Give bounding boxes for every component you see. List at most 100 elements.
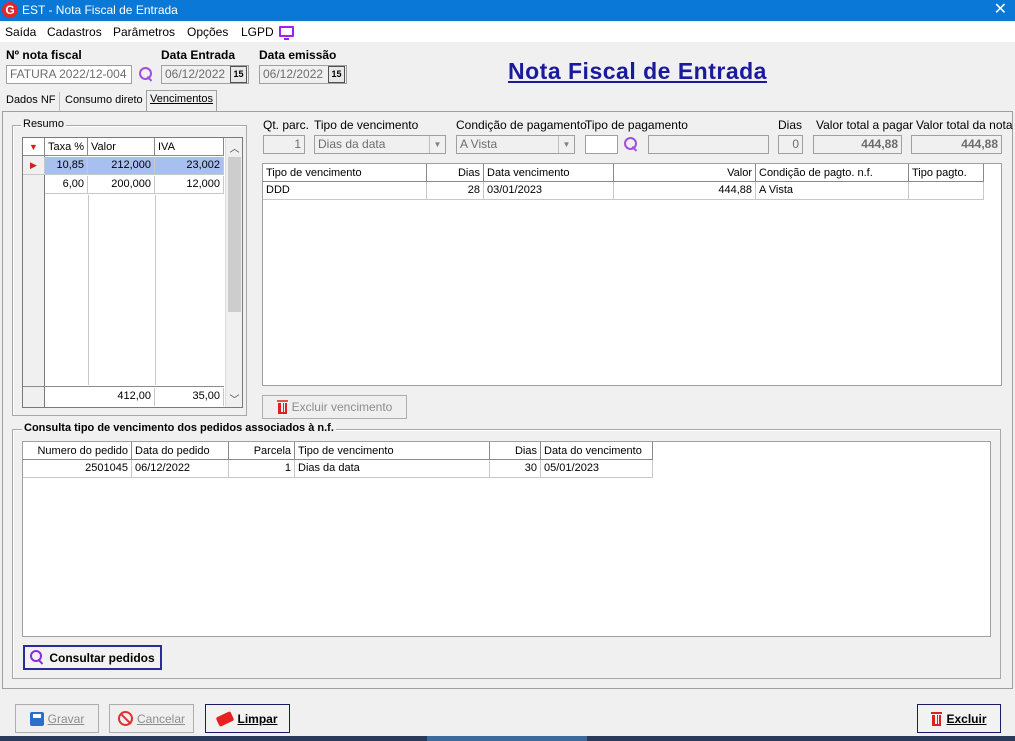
vencimento-cell-tipo[interactable]: DDD (263, 182, 427, 200)
limpar-label: Limpar (237, 711, 278, 726)
consulta-cell-parcela[interactable]: 1 (229, 460, 295, 478)
menu-opcoes[interactable]: Opções (187, 25, 228, 39)
cancelar-label: Cancelar (136, 711, 186, 726)
trash-icon (276, 400, 288, 414)
taskbar-active-segment (427, 736, 587, 741)
vertical-scrollbar[interactable]: ︿ ﹀ (225, 138, 242, 407)
col-tipo-vencimento[interactable]: Tipo de vencimento (295, 442, 490, 460)
tipo-vencimento-select[interactable]: Dias da data ▼ (314, 135, 446, 154)
excluir-vencimento-button[interactable]: Excluir vencimento (262, 395, 407, 419)
calendar-icon[interactable]: 15 (230, 66, 247, 83)
col-iva[interactable]: IVA (155, 138, 224, 156)
col-data-vencimento[interactable]: Data do vencimento (541, 442, 653, 460)
consultar-pedidos-button[interactable]: Consultar pedidos (23, 645, 162, 670)
qt-parc-input[interactable]: 1 (263, 135, 305, 154)
col-dias[interactable]: Dias (490, 442, 541, 460)
search-icon[interactable] (138, 66, 154, 82)
consulta-cell-data-pedido[interactable]: 06/12/2022 (132, 460, 229, 478)
title-bar: G EST - Nota Fiscal de Entrada ✕ (0, 0, 1015, 21)
valor-total-nota-field: 444,88 (911, 135, 1002, 154)
menu-cadastros[interactable]: Cadastros (47, 25, 102, 39)
dias-label: Dias (778, 118, 803, 132)
current-row-icon: ▶ (23, 157, 45, 175)
resumo-cell-iva[interactable]: 23,002 (155, 157, 224, 175)
tab-consumo-direto[interactable]: Consumo direto (62, 92, 147, 111)
consulta-cell-numero[interactable]: 2501045 (23, 460, 132, 478)
tab-dados-nf[interactable]: Dados NF (3, 92, 60, 111)
sort-indicator-icon[interactable]: ▼ (23, 138, 45, 156)
nota-fiscal-label: Nº nota fiscal (6, 48, 82, 62)
eraser-icon (216, 710, 235, 727)
resumo-cell-taxa[interactable]: 6,00 (45, 176, 88, 194)
scrollbar-thumb[interactable] (228, 157, 241, 312)
col-data-pedido[interactable]: Data do pedido (132, 442, 229, 460)
menu-saida[interactable]: Saída (5, 25, 36, 39)
resumo-grid[interactable]: ▼ Taxa % Valor IVA ▶ 10,85 212,000 23,00… (22, 137, 243, 408)
chevron-down-icon[interactable]: ▼ (429, 136, 445, 153)
vencimento-cell-tipo-pagto[interactable] (909, 182, 984, 200)
calendar-icon[interactable]: 15 (328, 66, 345, 83)
consulta-title: Consulta tipo de vencimento dos pedidos … (22, 422, 336, 434)
footer-divider (23, 386, 224, 387)
col-taxa[interactable]: Taxa % (45, 138, 88, 156)
vencimento-cell-condicao[interactable]: A Vista (756, 182, 909, 200)
vencimento-cell-dias[interactable]: 28 (427, 182, 484, 200)
data-entrada-label: Data Entrada (161, 48, 236, 62)
excluir-vencimento-label: Excluir vencimento (291, 400, 393, 414)
scroll-down-icon[interactable]: ﹀ (226, 391, 242, 406)
gravar-label: Gravar (47, 711, 85, 726)
dias-input[interactable]: 0 (778, 135, 803, 154)
consulta-cell-tipo[interactable]: Dias da data (295, 460, 490, 478)
data-emissao-label: Data emissão (259, 48, 337, 62)
tab-vencimentos[interactable]: Vencimentos (146, 90, 217, 112)
condicao-pagamento-select[interactable]: A Vista ▼ (456, 135, 575, 154)
valor-total-nota-label: Valor total da nota (916, 118, 1013, 132)
nota-fiscal-input[interactable]: FATURA 2022/12-004 (6, 65, 132, 84)
resumo-title: Resumo (21, 118, 66, 130)
column-divider (155, 195, 156, 385)
qt-parc-label: Qt. parc. (263, 118, 310, 132)
vencimento-cell-data[interactable]: 03/01/2023 (484, 182, 614, 200)
excluir-label: Excluir (946, 711, 987, 726)
condicao-pagamento-value: A Vista (460, 137, 498, 151)
vencimentos-grid[interactable]: Tipo de vencimento Dias Data vencimento … (262, 163, 1002, 386)
col-tipo-pagto[interactable]: Tipo pagto. (909, 164, 984, 182)
save-icon (29, 711, 44, 726)
col-dias[interactable]: Dias (427, 164, 484, 182)
resumo-total-valor: 412,00 (88, 388, 155, 406)
tipo-vencimento-value: Dias da data (318, 137, 386, 151)
col-valor[interactable]: Valor (614, 164, 756, 182)
col-tipo-vencimento[interactable]: Tipo de vencimento (263, 164, 427, 182)
gravar-button[interactable]: Gravar (15, 704, 99, 733)
consulta-cell-dias[interactable]: 30 (490, 460, 541, 478)
resumo-cell-taxa[interactable]: 10,85 (45, 157, 88, 175)
row-indicator-column (23, 138, 45, 407)
excluir-button[interactable]: Excluir (917, 704, 1001, 733)
resumo-cell-valor[interactable]: 212,000 (88, 157, 155, 175)
limpar-button[interactable]: Limpar (205, 704, 290, 733)
valor-total-pagar-label: Valor total a pagar (816, 118, 914, 132)
consulta-cell-data-venc[interactable]: 05/01/2023 (541, 460, 653, 478)
col-parcela[interactable]: Parcela (229, 442, 295, 460)
cancelar-button[interactable]: Cancelar (109, 704, 194, 733)
consulta-grid[interactable]: Numero do pedido Data do pedido Parcela … (22, 441, 991, 637)
resumo-cell-iva[interactable]: 12,000 (155, 176, 224, 194)
resumo-total-iva: 35,00 (155, 388, 224, 406)
resumo-cell-valor[interactable]: 200,000 (88, 176, 155, 194)
col-condicao-pagto[interactable]: Condição de pagto. n.f. (756, 164, 909, 182)
search-icon[interactable] (623, 136, 639, 152)
col-numero-pedido[interactable]: Numero do pedido (23, 442, 132, 460)
chevron-down-icon[interactable]: ▼ (558, 136, 574, 153)
monitor-icon[interactable] (279, 26, 294, 40)
close-icon[interactable]: ✕ (994, 1, 1007, 19)
window-title: EST - Nota Fiscal de Entrada (22, 3, 178, 17)
menu-bar: Saída Cadastros Parâmetros Opções LGPD (0, 22, 1015, 42)
col-data-vencimento[interactable]: Data vencimento (484, 164, 614, 182)
vencimento-cell-valor[interactable]: 444,88 (614, 182, 756, 200)
menu-lgpd[interactable]: LGPD (241, 25, 274, 39)
tipo-pagamento-code-input[interactable] (585, 135, 618, 154)
menu-parametros[interactable]: Parâmetros (113, 25, 175, 39)
scroll-up-icon[interactable]: ︿ (226, 140, 242, 155)
col-valor[interactable]: Valor (88, 138, 155, 156)
condicao-pagamento-label: Condição de pagamento (456, 118, 587, 132)
